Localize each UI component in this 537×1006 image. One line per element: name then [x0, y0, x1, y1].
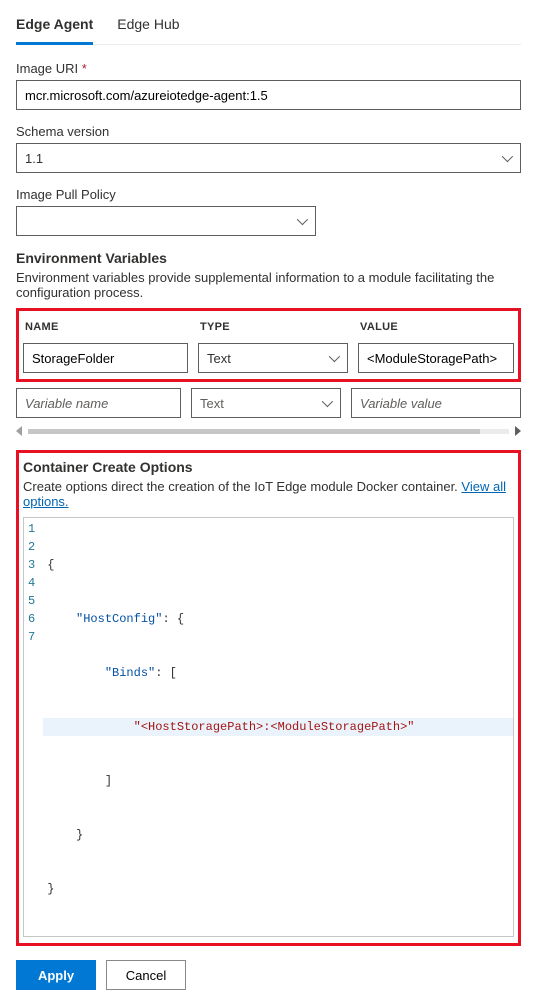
chevron-down-icon — [297, 214, 308, 225]
container-create-desc: Create options direct the creation of th… — [23, 479, 514, 509]
env-header-row: NAME TYPE VALUE — [23, 317, 514, 339]
env-type-value: Text — [207, 351, 231, 366]
chevron-down-icon — [322, 396, 333, 407]
env-name-input[interactable] — [23, 343, 188, 373]
code-line: } — [43, 826, 513, 844]
env-row-placeholder: Text — [16, 388, 521, 418]
env-type-value-new: Text — [200, 396, 224, 411]
code-line: ] — [43, 772, 513, 790]
apply-button[interactable]: Apply — [16, 960, 96, 990]
scroll-left-icon[interactable] — [16, 426, 22, 436]
tab-edge-agent[interactable]: Edge Agent — [16, 8, 93, 45]
image-pull-policy-label: Image Pull Policy — [16, 187, 521, 202]
chevron-down-icon — [329, 351, 340, 362]
scroll-track[interactable] — [28, 429, 509, 434]
tabs: Edge Agent Edge Hub — [16, 8, 521, 45]
scroll-thumb[interactable] — [28, 429, 480, 434]
horizontal-scrollbar[interactable] — [16, 426, 521, 436]
highlight-env-row: NAME TYPE VALUE Text — [16, 308, 521, 382]
env-value-input[interactable] — [358, 343, 514, 373]
line-number: 6 — [28, 610, 35, 628]
line-number: 7 — [28, 628, 35, 646]
required-indicator: * — [82, 61, 87, 76]
field-image-uri: Image URI * — [16, 61, 521, 110]
env-header-name: NAME — [25, 321, 190, 333]
container-create-desc-text: Create options direct the creation of th… — [23, 479, 461, 494]
line-number: 1 — [28, 520, 35, 538]
schema-version-select[interactable]: 1.1 — [16, 143, 521, 173]
line-number: 3 — [28, 556, 35, 574]
env-vars-desc: Environment variables provide supplement… — [16, 270, 521, 300]
env-type-select-new[interactable]: Text — [191, 388, 341, 418]
scroll-right-icon[interactable] — [515, 426, 521, 436]
image-uri-input[interactable] — [16, 80, 521, 110]
env-type-select[interactable]: Text — [198, 343, 348, 373]
code-line: } — [43, 880, 513, 898]
code-editor[interactable]: 1 2 3 4 5 6 7 { "HostConfig": { "Binds":… — [23, 517, 514, 937]
env-name-input-new[interactable] — [16, 388, 181, 418]
env-value-input-new[interactable] — [351, 388, 521, 418]
env-header-type: TYPE — [200, 321, 350, 333]
code-body[interactable]: { "HostConfig": { "Binds": [ "<HostStora… — [43, 518, 513, 936]
field-image-pull-policy: Image Pull Policy — [16, 187, 521, 236]
code-line: "<HostStoragePath>:<ModuleStoragePath>" — [43, 718, 513, 736]
environment-variables-section: Environment Variables Environment variab… — [16, 250, 521, 436]
container-create-title: Container Create Options — [23, 459, 514, 475]
line-number: 4 — [28, 574, 35, 592]
highlight-container-create: Container Create Options Create options … — [16, 450, 521, 946]
tab-edge-hub[interactable]: Edge Hub — [117, 8, 179, 45]
cancel-button[interactable]: Cancel — [106, 960, 186, 990]
image-uri-label: Image URI * — [16, 61, 521, 76]
line-number: 2 — [28, 538, 35, 556]
actions: Apply Cancel — [16, 960, 521, 990]
schema-version-label: Schema version — [16, 124, 521, 139]
code-line: "Binds": [ — [43, 664, 513, 682]
image-pull-policy-select[interactable] — [16, 206, 316, 236]
chevron-down-icon — [502, 151, 513, 162]
code-line: "HostConfig": { — [43, 610, 513, 628]
image-uri-label-text: Image URI — [16, 61, 78, 76]
schema-version-value: 1.1 — [25, 151, 43, 166]
field-schema-version: Schema version 1.1 — [16, 124, 521, 173]
env-row: Text — [23, 343, 514, 373]
env-vars-title: Environment Variables — [16, 250, 521, 266]
line-number: 5 — [28, 592, 35, 610]
env-header-value: VALUE — [360, 321, 512, 333]
code-line: { — [43, 556, 513, 574]
code-gutter: 1 2 3 4 5 6 7 — [24, 518, 43, 936]
